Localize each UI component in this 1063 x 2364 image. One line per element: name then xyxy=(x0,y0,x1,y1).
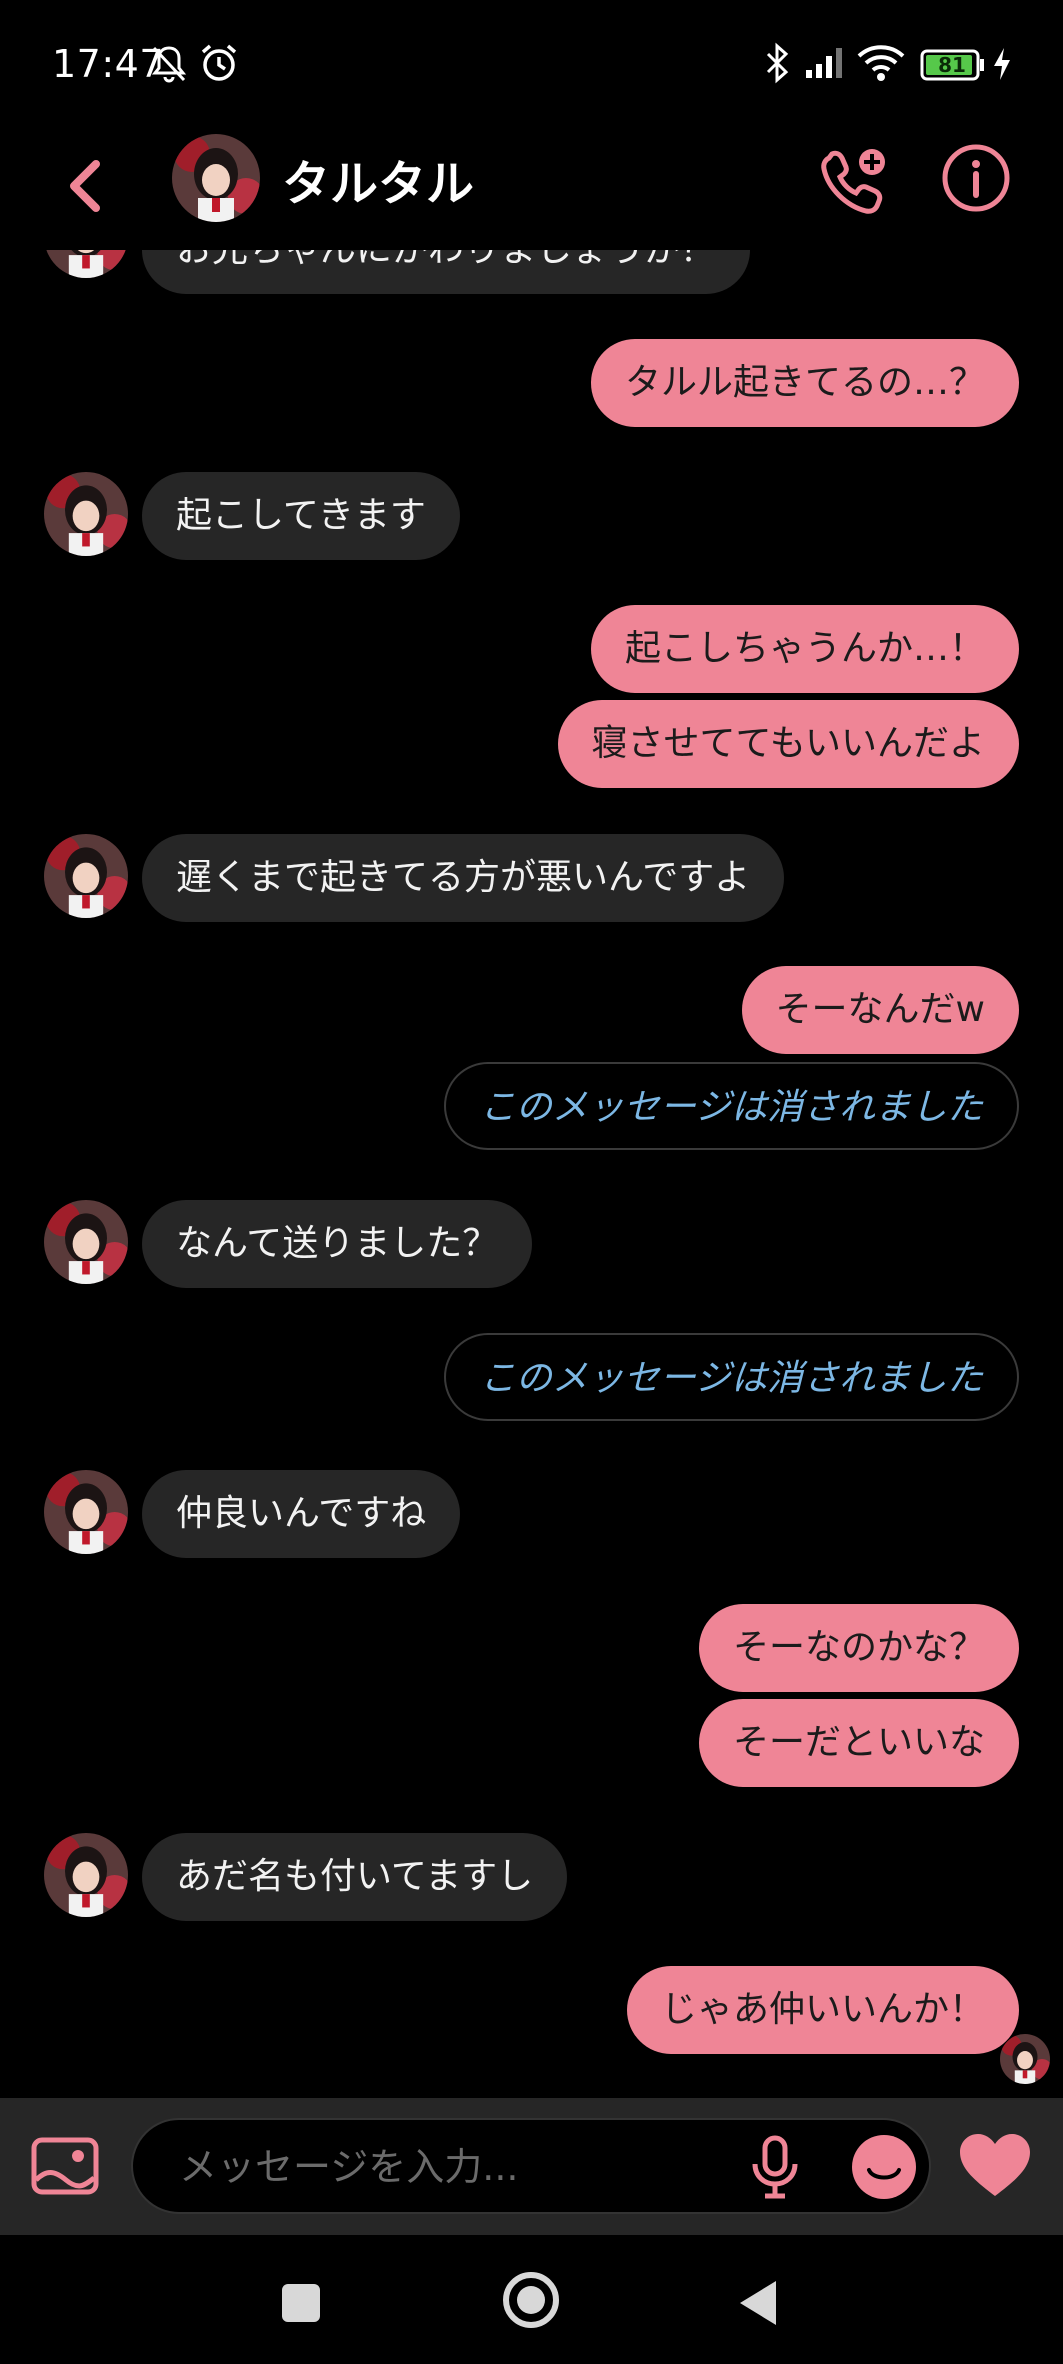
read-receipt-avatar xyxy=(1000,2034,1050,2084)
contact-avatar[interactable] xyxy=(172,134,260,222)
back-arrow-icon[interactable] xyxy=(60,150,116,220)
info-icon[interactable] xyxy=(940,142,1012,214)
message-bubble-incoming[interactable]: 起こしてきます xyxy=(142,472,460,560)
status-bar: 17:47 81 xyxy=(0,0,1063,120)
add-call-icon[interactable] xyxy=(814,142,894,222)
message-bubble-outgoing[interactable]: 起こしちゃうんか…！ xyxy=(590,605,1019,693)
battery-level: 81 xyxy=(938,53,966,77)
message-bubble-incoming[interactable]: なんて送りました？ xyxy=(142,1200,533,1288)
wifi-icon xyxy=(856,44,906,86)
message-bubble-outgoing[interactable]: そーなのかな？ xyxy=(698,1604,1019,1692)
chat-screen: 17:47 81 タルタル タルル起きてるの…？ 起こしてきます 起こしちゃうん… xyxy=(0,0,1063,2364)
avatar[interactable] xyxy=(44,834,128,918)
chat-header: タルタル xyxy=(0,120,1063,250)
alarm-icon xyxy=(198,42,240,88)
message-input[interactable] xyxy=(177,2120,741,2214)
message-bubble-outgoing[interactable]: そーだといいな xyxy=(698,1699,1019,1787)
home-circle-icon[interactable] xyxy=(500,2269,562,2331)
message-composer xyxy=(0,2098,1063,2235)
status-time: 17:47 xyxy=(52,42,165,86)
message-bubble-outgoing[interactable]: そーなんだw xyxy=(741,966,1019,1054)
gallery-icon[interactable] xyxy=(30,2134,100,2200)
system-nav-bar xyxy=(0,2235,1063,2364)
deleted-message-bubble[interactable]: このメッセージは消されました xyxy=(443,1333,1019,1421)
avatar[interactable] xyxy=(44,472,128,556)
bluetooth-icon xyxy=(764,42,792,88)
signal-icon xyxy=(804,46,844,84)
message-bubble-incoming[interactable]: お兄ちゃんにかわりましょうか？ xyxy=(142,250,751,294)
emoji-icon[interactable] xyxy=(851,2134,917,2200)
message-bubble-incoming[interactable]: 遅くまで起きてる方が悪いんですよ xyxy=(142,834,785,922)
avatar[interactable] xyxy=(44,250,128,278)
avatar[interactable] xyxy=(44,1833,128,1917)
bell-off-icon xyxy=(150,44,188,88)
back-triangle-icon[interactable] xyxy=(732,2275,788,2331)
message-bubble-incoming[interactable]: あだ名も付いてますし xyxy=(142,1833,568,1921)
mic-icon[interactable] xyxy=(745,2134,805,2200)
deleted-message-bubble[interactable]: このメッセージは消されました xyxy=(443,1062,1019,1150)
message-bubble-outgoing[interactable]: じゃあ仲いいんか！ xyxy=(626,1966,1019,2054)
heart-icon[interactable] xyxy=(958,2132,1032,2200)
message-list[interactable]: お兄ちゃんにかわりましょうか？ タルル起きてるの…？ 起こしてきます 起こしちゃ… xyxy=(0,250,1063,2098)
avatar[interactable] xyxy=(44,1200,128,1284)
message-input-container[interactable] xyxy=(131,2118,931,2214)
chat-title: タルタル xyxy=(282,156,475,212)
avatar[interactable] xyxy=(44,1470,128,1554)
message-bubble-outgoing[interactable]: 寝させててもいいんだよ xyxy=(557,700,1019,788)
message-bubble-incoming[interactable]: 仲良いんですね xyxy=(142,1470,461,1558)
message-bubble-outgoing[interactable]: タルル起きてるの…？ xyxy=(590,339,1019,427)
charging-icon xyxy=(992,46,1012,86)
recents-square-icon[interactable] xyxy=(273,2275,329,2331)
